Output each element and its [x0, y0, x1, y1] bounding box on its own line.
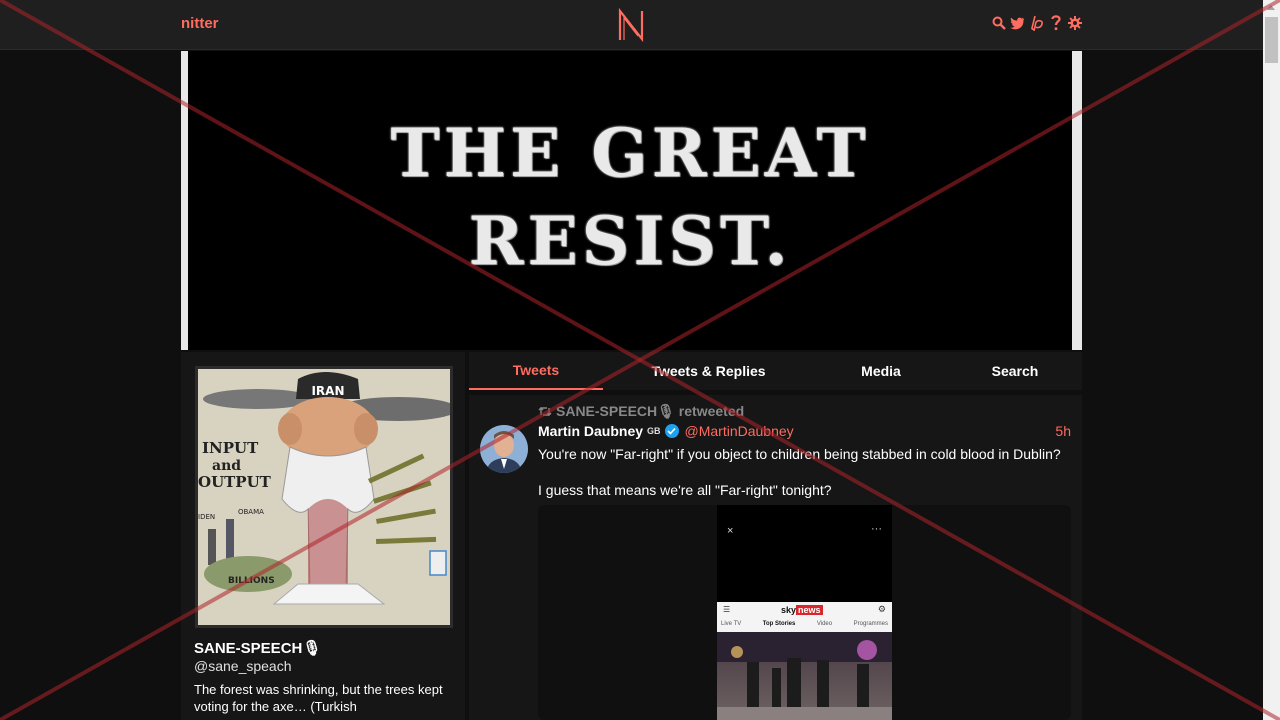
app-tab: Programmes	[853, 621, 888, 627]
more-icon: ···	[871, 523, 882, 535]
banner-line-1: THE GREAT	[390, 114, 870, 193]
timeline-tabs: Tweets Tweets & Replies Media Search	[469, 352, 1082, 390]
liberapay-icon[interactable]	[1029, 14, 1044, 32]
verified-icon	[664, 424, 679, 438]
avatar-photo	[480, 425, 528, 473]
profile-banner[interactable]: THE GREAT RESIST.	[181, 51, 1082, 350]
profile-username[interactable]: @sane_speach	[194, 658, 292, 674]
tweet-date[interactable]: 5h	[1055, 423, 1071, 439]
nitter-logo-icon[interactable]	[617, 8, 645, 42]
tab-tweets[interactable]: Tweets	[469, 352, 603, 390]
profile-avatar[interactable]: IRAN INPUT and OUTPUT OBAMA IDEN BILLION…	[195, 366, 453, 628]
top-navbar: nitter	[0, 0, 1263, 50]
banner-line-2: RESIST.	[468, 201, 792, 280]
svg-text:OUTPUT: OUTPUT	[198, 473, 272, 491]
app-tabs: Live TV Top Stories Video Programmes	[721, 621, 888, 627]
svg-text:and: and	[212, 458, 241, 474]
tweet-avatar[interactable]	[480, 425, 528, 473]
page-scrollbar[interactable]	[1263, 0, 1280, 720]
retweet-icon	[538, 407, 552, 416]
profile-fullname[interactable]: SANE-SPEECH🎙	[194, 639, 321, 657]
profile-card: IRAN INPUT and OUTPUT OBAMA IDEN BILLION…	[181, 352, 465, 720]
app-tab: Live TV	[721, 621, 742, 627]
scroll-up-arrow-icon[interactable]	[1267, 5, 1275, 10]
twitter-icon[interactable]	[1010, 14, 1025, 32]
news-photo	[717, 632, 892, 720]
nitter-home-link[interactable]: nitter	[181, 15, 219, 32]
profile-bio: The forest was shrinking, but the trees …	[194, 682, 443, 714]
tab-tweets-replies[interactable]: Tweets & Replies	[603, 352, 814, 390]
svg-text:BILLIONS: BILLIONS	[228, 576, 275, 586]
sky-news-logo: sky news	[781, 605, 823, 615]
tab-media[interactable]: Media	[814, 352, 948, 390]
media-screenshot: × ··· ☰ sky news ⚙ Live TV Top Stories Vi…	[717, 505, 892, 720]
retweet-header: SANE-SPEECH🎙 retweeted	[538, 403, 744, 420]
app-tab: Top Stories	[762, 621, 796, 627]
retweet-label: SANE-SPEECH🎙 retweeted	[556, 403, 745, 419]
svg-text:IDEN: IDEN	[198, 513, 215, 521]
tweet-content: You're now "Far-right" if you object to …	[538, 445, 1078, 499]
tweet-header: Martin Daubney GB @MartinDaubney 5h	[538, 423, 1071, 439]
tweet-paragraph: You're now "Far-right" if you object to …	[538, 446, 1061, 462]
tweet-fullname[interactable]: Martin Daubney	[538, 423, 643, 439]
timeline: SANE-SPEECH🎙 retweeted Martin Daubney GB…	[469, 395, 1082, 720]
tab-search[interactable]: Search	[948, 352, 1082, 390]
svg-text:INPUT: INPUT	[202, 439, 259, 457]
gear-icon[interactable]	[1067, 14, 1082, 32]
app-tab: Video	[816, 621, 833, 627]
scroll-thumb[interactable]	[1265, 17, 1278, 63]
svg-text:OBAMA: OBAMA	[238, 508, 264, 516]
tweet-paragraph: I guess that means we're all "Far-right"…	[538, 482, 832, 498]
menu-icon: ☰	[723, 605, 731, 614]
sky-news-app-bar: ☰ sky news ⚙ Live TV Top Stories Video Pr…	[717, 602, 892, 632]
tweet-username[interactable]: @MartinDaubney	[685, 423, 794, 439]
nav-icons	[991, 14, 1082, 32]
svg-text:IRAN: IRAN	[311, 384, 344, 398]
help-icon[interactable]	[1048, 14, 1063, 32]
flag-badge: GB	[647, 426, 661, 436]
search-icon[interactable]	[991, 14, 1006, 32]
close-icon: ×	[727, 525, 734, 537]
settings-icon: ⚙	[877, 604, 886, 614]
avatar-cartoon-image: IRAN INPUT and OUTPUT OBAMA IDEN BILLION…	[198, 369, 450, 625]
tweet-media[interactable]: × ··· ☰ sky news ⚙ Live TV Top Stories Vi…	[538, 505, 1071, 720]
